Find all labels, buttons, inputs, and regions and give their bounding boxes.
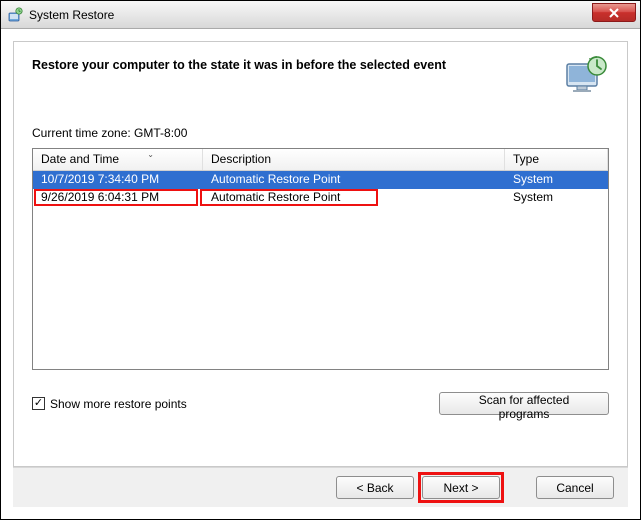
column-header-description[interactable]: Description [203, 149, 505, 170]
show-more-label: Show more restore points [50, 397, 187, 411]
table-body: 10/7/2019 7:34:40 PMAutomatic Restore Po… [33, 171, 608, 369]
window-body: Restore your computer to the state it wa… [1, 29, 640, 519]
column-header-type-label: Type [513, 152, 539, 166]
column-header-datetime[interactable]: Date and Time ⌄ [33, 149, 203, 170]
column-header-type[interactable]: Type [505, 149, 608, 170]
cancel-button[interactable]: Cancel [536, 476, 614, 499]
header-row: Restore your computer to the state it wa… [32, 56, 609, 96]
show-more-checkbox[interactable]: ✓ Show more restore points [32, 397, 187, 411]
cell-datetime: 10/7/2019 7:34:40 PM [33, 171, 203, 189]
next-button[interactable]: Next > [422, 476, 500, 499]
checkbox-icon: ✓ [32, 397, 45, 410]
cell-description: Automatic Restore Point [203, 171, 505, 189]
cell-type: System [505, 171, 608, 189]
cell-description: Automatic Restore Point [203, 189, 505, 207]
footer-bar: < Back Next > Cancel [13, 467, 628, 507]
table-row[interactable]: 10/7/2019 7:34:40 PMAutomatic Restore Po… [33, 171, 608, 189]
column-header-description-label: Description [211, 152, 271, 166]
table-row[interactable]: 9/26/2019 6:04:31 PMAutomatic Restore Po… [33, 189, 608, 207]
titlebar: System Restore [1, 1, 640, 29]
window-title: System Restore [29, 8, 114, 22]
content-frame: Restore your computer to the state it wa… [13, 41, 628, 467]
next-button-wrap: Next > [422, 476, 500, 499]
cell-datetime: 9/26/2019 6:04:31 PM [33, 189, 203, 207]
restore-points-table: Date and Time ⌄ Description Type 10/7/20… [32, 148, 609, 370]
sort-indicator-icon: ⌄ [147, 150, 154, 159]
table-header: Date and Time ⌄ Description Type [33, 149, 608, 171]
cell-type: System [505, 189, 608, 207]
column-header-datetime-label: Date and Time [41, 152, 119, 166]
page-heading: Restore your computer to the state it wa… [32, 56, 553, 72]
back-button[interactable]: < Back [336, 476, 414, 499]
timezone-label: Current time zone: GMT-8:00 [32, 126, 609, 140]
below-table-row: ✓ Show more restore points Scan for affe… [32, 392, 609, 415]
system-restore-icon [7, 7, 23, 23]
close-button[interactable] [592, 3, 636, 22]
restore-monitor-icon [563, 56, 609, 96]
scan-affected-button[interactable]: Scan for affected programs [439, 392, 609, 415]
